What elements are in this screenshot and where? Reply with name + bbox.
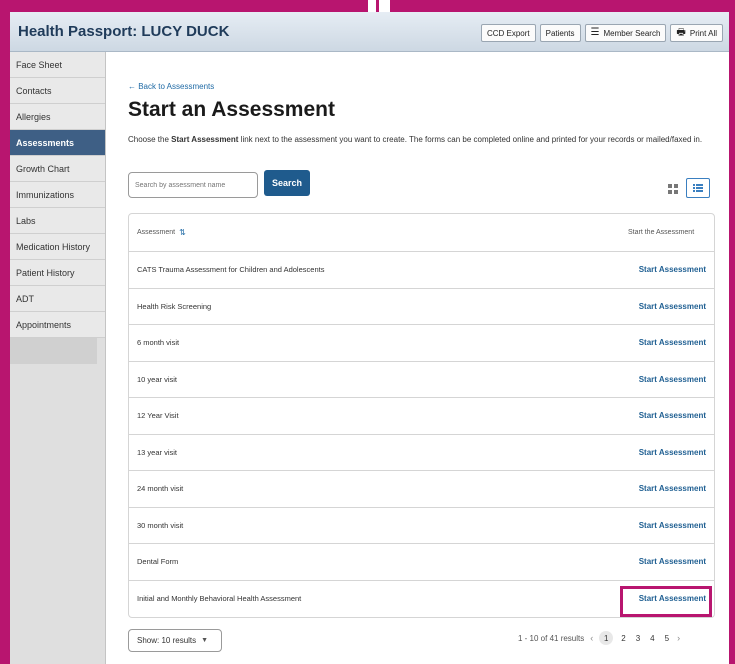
assessment-name: 10 year visit xyxy=(137,374,178,384)
list-icon xyxy=(693,184,703,192)
start-assessment-link[interactable]: Start Assessment xyxy=(606,484,706,493)
sidebar-item-patient-history[interactable]: Patient History xyxy=(10,260,105,286)
page-4-button[interactable]: 4 xyxy=(648,634,656,643)
patients-label: Patients xyxy=(545,28,575,38)
sidebar-item-allergies[interactable]: Allergies xyxy=(10,104,105,130)
next-page-icon[interactable]: › xyxy=(677,633,680,643)
ccd-export-button[interactable]: CCD Export xyxy=(480,24,536,42)
grid-icon xyxy=(668,184,678,194)
table-row: Health Risk Screening Start Assessment xyxy=(129,289,714,325)
page-header-title: Health Passport: LUCY DUCK xyxy=(18,23,230,40)
sidebar-item-medication-history[interactable]: Medication History xyxy=(10,234,105,260)
main-content: ← Back to Assessments Start an Assessmen… xyxy=(106,52,729,664)
assessment-name: 13 year visit xyxy=(137,447,178,457)
start-assessment-link[interactable]: Start Assessment xyxy=(606,302,706,311)
app-header: Health Passport: LUCY DUCK CCD Export Pa… xyxy=(10,12,729,52)
caret-down-icon: ▼ xyxy=(201,637,209,644)
page-5-button[interactable]: 5 xyxy=(663,634,671,643)
assessments-table: Assessment ⇅ Start the Assessment CATS T… xyxy=(128,213,715,618)
start-assessment-link[interactable]: Start Assessment xyxy=(606,265,706,274)
sidebar-item-growth-chart[interactable]: Growth Chart xyxy=(10,156,105,182)
print-all-label: Print All xyxy=(689,28,717,38)
assessment-name: 12 Year Visit xyxy=(137,411,179,421)
sort-icon[interactable]: ⇅ xyxy=(179,228,186,237)
assessment-name: CATS Trauma Assessment for Children and … xyxy=(137,265,325,275)
results-count: 1 - 10 of 41 results xyxy=(518,633,585,643)
page-title: Start an Assessment xyxy=(128,98,335,121)
highlight-box xyxy=(620,586,712,617)
table-row: 24 month visit Start Assessment xyxy=(129,471,714,508)
column-header-start: Start the Assessment xyxy=(628,228,695,236)
header-toolbar: CCD Export Patients ☰ Member Search 🖶 Pr… xyxy=(480,24,723,42)
sidebar-item-immunizations[interactable]: Immunizations xyxy=(10,182,105,208)
table-row: CATS Trauma Assessment for Children and … xyxy=(129,252,714,289)
table-row: 6 month visit Start Assessment xyxy=(129,325,714,362)
sidebar-item-adt[interactable]: ADT xyxy=(10,286,105,312)
page-1-button[interactable]: 1 xyxy=(599,631,614,645)
column-header-assessment[interactable]: Assessment ⇅ xyxy=(137,228,628,237)
search-button[interactable]: Search xyxy=(264,170,310,196)
assessment-name: Dental Form xyxy=(137,557,179,567)
pagination: 1 - 10 of 41 results ‹ 1 2 3 4 5 › xyxy=(518,631,680,645)
assessment-name: Health Risk Screening xyxy=(137,301,212,311)
description-bold: Start Assessment xyxy=(171,135,239,144)
list-view-toggle[interactable] xyxy=(686,178,710,198)
page-description: Choose the Start Assessment link next to… xyxy=(128,134,718,146)
sidebar-item-face-sheet[interactable]: Face Sheet xyxy=(10,52,105,78)
prev-page-icon[interactable]: ‹ xyxy=(590,633,593,643)
start-assessment-link[interactable]: Start Assessment xyxy=(606,521,706,530)
description-prefix: Choose the xyxy=(128,135,172,144)
patients-button[interactable]: Patients xyxy=(539,24,581,42)
back-to-assessments-link[interactable]: ← Back to Assessments xyxy=(128,82,214,91)
frame-notch xyxy=(368,0,390,12)
table-row: Dental Form Start Assessment xyxy=(129,544,714,581)
start-assessment-link[interactable]: Start Assessment xyxy=(606,411,706,420)
menu-icon: ☰ xyxy=(590,27,600,38)
table-row: 12 Year Visit Start Assessment xyxy=(129,398,714,435)
grid-view-toggle[interactable] xyxy=(663,179,683,199)
frame-left xyxy=(0,0,10,664)
start-assessment-link[interactable]: Start Assessment xyxy=(606,375,706,384)
table-header: Assessment ⇅ Start the Assessment xyxy=(129,214,714,252)
frame-notch-line xyxy=(376,0,379,12)
search-input[interactable] xyxy=(128,172,258,198)
sidebar-blank-item xyxy=(10,338,97,364)
results-per-page-select[interactable]: Show: 10 results ▼ xyxy=(128,629,222,652)
assessment-name: 24 month visit xyxy=(137,484,184,494)
sidebar: Face Sheet Contacts Allergies Assessment… xyxy=(10,52,106,664)
assessment-name: 6 month visit xyxy=(137,338,180,348)
printer-icon: 🖶 xyxy=(676,27,686,38)
sidebar-item-appointments[interactable]: Appointments xyxy=(10,312,105,338)
member-search-button[interactable]: ☰ Member Search xyxy=(584,24,667,42)
table-row: 30 month visit Start Assessment xyxy=(129,508,714,544)
sidebar-item-assessments[interactable]: Assessments xyxy=(10,130,105,156)
page-2-button[interactable]: 2 xyxy=(619,634,627,643)
sidebar-item-labs[interactable]: Labs xyxy=(10,208,105,234)
frame-right xyxy=(729,0,735,664)
description-suffix: link next to the assessment you want to … xyxy=(238,135,703,144)
table-row: 13 year visit Start Assessment xyxy=(129,435,714,471)
sidebar-item-contacts[interactable]: Contacts xyxy=(10,78,105,104)
page-3-button[interactable]: 3 xyxy=(634,634,642,643)
assessment-name: Initial and Monthly Behavioral Health As… xyxy=(137,594,302,604)
ccd-export-label: CCD Export xyxy=(486,28,530,38)
results-per-page-label: Show: 10 results xyxy=(137,636,197,645)
start-assessment-link[interactable]: Start Assessment xyxy=(606,448,706,457)
print-all-button[interactable]: 🖶 Print All xyxy=(670,24,723,42)
member-search-label: Member Search xyxy=(603,28,661,38)
column-header-assessment-label: Assessment xyxy=(137,229,176,236)
start-assessment-link[interactable]: Start Assessment xyxy=(606,557,706,566)
table-row: 10 year visit Start Assessment xyxy=(129,362,714,398)
start-assessment-link[interactable]: Start Assessment xyxy=(606,338,706,347)
assessment-name: 30 month visit xyxy=(137,520,184,530)
